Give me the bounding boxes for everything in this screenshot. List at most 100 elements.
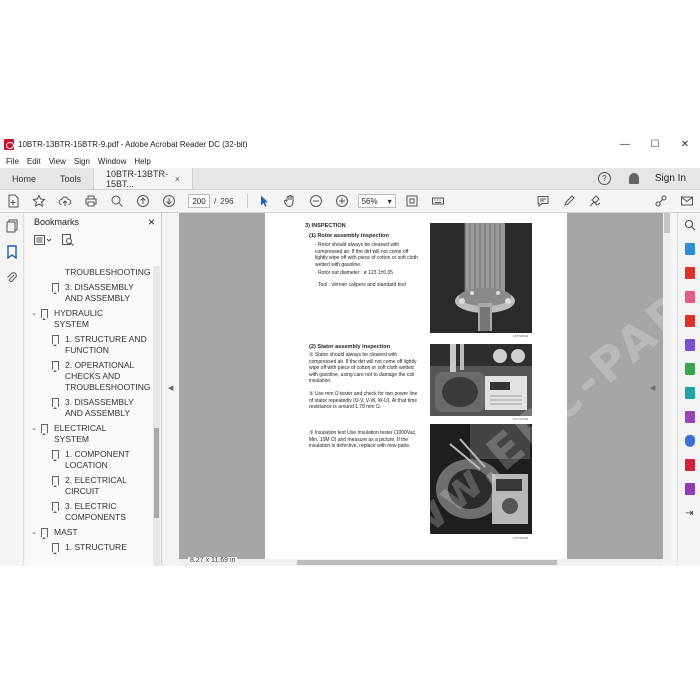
menu-bar: File Edit View Sign Window Help [0, 154, 700, 168]
menu-window[interactable]: Window [94, 157, 130, 166]
document-vertical-scrollbar[interactable] [663, 213, 671, 559]
create-pdf-tool-icon[interactable] [678, 261, 700, 285]
stator-text-1: ① Stator should always be cleaned with c… [309, 352, 417, 384]
fit-page-icon[interactable] [399, 190, 425, 212]
stator-text-3: ③ Insulation test Use Insulation tester … [309, 430, 417, 449]
share-link-icon[interactable] [648, 190, 674, 212]
create-pdf-icon[interactable] [0, 190, 26, 212]
list-item[interactable]: 2. OPERATIONAL CHECKS AND TROUBLESHOOTIN… [25, 360, 153, 393]
zoom-out-icon[interactable] [303, 190, 329, 212]
title-bar: 10BTR-13BTR-15BTR-9.pdf - Adobe Acrobat … [0, 134, 700, 154]
list-item[interactable]: 3. DISASSEMBLY AND ASSEMBLY [25, 397, 153, 419]
list-item[interactable]: 2. ELECTRICAL CIRCUIT [25, 475, 153, 497]
bookmark-icon [52, 543, 59, 554]
combine-files-icon[interactable] [678, 333, 700, 357]
comment-icon[interactable] [530, 190, 556, 212]
list-item[interactable]: ⌄ HYDRAULIC SYSTEM [25, 308, 153, 330]
previous-page-icon[interactable] [130, 190, 156, 212]
expand-right-icon[interactable]: ◀ [650, 384, 655, 392]
acrobat-window: 10BTR-13BTR-15BTR-9.pdf - Adobe Acrobat … [0, 134, 700, 566]
close-window-button[interactable]: ✕ [670, 134, 700, 154]
bookmark-icon [52, 335, 59, 346]
list-item[interactable]: ⌄ ELECTRICAL SYSTEM [25, 423, 153, 445]
zoom-in-icon[interactable] [329, 190, 355, 212]
main-toolbar: 200 / 296 56% ▾ [0, 190, 700, 213]
sign-icon[interactable] [582, 190, 608, 212]
bookmarks-panel-icon[interactable] [0, 239, 24, 265]
bookmark-icon [41, 528, 48, 539]
bookmark-icon [52, 398, 59, 409]
page-separator: / [214, 196, 217, 206]
tab-tools[interactable]: Tools [48, 168, 93, 189]
select-cursor-icon[interactable] [251, 190, 277, 212]
search-icon[interactable] [678, 213, 700, 237]
chevron-down-icon: ▾ [387, 196, 392, 206]
list-item[interactable]: 1. STRUCTURE AND FUNCTION [25, 334, 153, 356]
rotor-text-2: · Rotor out diameter : ø 123.1±0.05 [315, 270, 394, 276]
bookmark-icon [52, 450, 59, 461]
sign-in-button[interactable]: Sign In [655, 173, 686, 184]
zoom-level-value: 56% [361, 196, 378, 206]
menu-help[interactable]: Help [130, 157, 154, 166]
upload-cloud-icon[interactable] [52, 190, 78, 212]
menu-view[interactable]: View [45, 157, 70, 166]
collapse-left-icon[interactable]: ◀ [168, 384, 173, 392]
find-bookmark-icon[interactable] [62, 234, 74, 248]
notification-bell-icon[interactable] [628, 173, 639, 184]
chevron-down-icon[interactable]: ⌄ [29, 527, 39, 538]
list-item[interactable]: 3. DISASSEMBLY AND ASSEMBLY [25, 282, 153, 304]
expand-tools-icon[interactable]: ⇥ [678, 501, 700, 525]
tab-home-label: Home [12, 173, 37, 184]
compress-pdf-icon[interactable] [678, 381, 700, 405]
bookmarks-panel: Bookmarks × CHECKS AND TROUBLESHOOTING 3… [25, 213, 162, 566]
maximize-button[interactable]: ☐ [640, 134, 670, 154]
chevron-down-icon[interactable]: ⌄ [29, 308, 39, 319]
zoom-level-select[interactable]: 56% ▾ [357, 194, 396, 208]
export-pdf-icon[interactable] [678, 237, 700, 261]
tools-pane-rail: ⇥ [677, 213, 700, 566]
list-item[interactable]: ⌄ MAST [25, 527, 153, 539]
more-tools-icon[interactable] [678, 477, 700, 501]
keyboard-icon[interactable] [425, 190, 451, 212]
list-item[interactable]: 1. COMPONENT LOCATION [25, 449, 153, 471]
minimize-button[interactable]: — [610, 134, 640, 154]
list-item[interactable]: 1. STRUCTURE [25, 542, 153, 554]
email-icon[interactable] [674, 190, 700, 212]
left-nav-rail [0, 213, 24, 566]
fill-sign-icon[interactable] [678, 405, 700, 429]
menu-edit[interactable]: Edit [23, 157, 45, 166]
zoom-search-icon[interactable] [104, 190, 130, 212]
photo-caption-3: 1DTNPN03 [513, 536, 529, 540]
document-horizontal-scrollbar[interactable] [179, 559, 663, 566]
acrobat-logo-icon [4, 138, 14, 150]
list-item[interactable]: 3. ELECTRIC COMPONENTS [25, 501, 153, 523]
tab-home[interactable]: Home [0, 168, 48, 189]
help-icon[interactable]: ? [597, 172, 611, 185]
close-panel-icon[interactable]: × [148, 215, 155, 229]
bookmark-options-icon[interactable] [34, 235, 52, 247]
attachments-icon[interactable] [0, 265, 24, 291]
menu-file[interactable]: File [2, 157, 23, 166]
list-item[interactable]: CHECKS AND TROUBLESHOOTING [25, 265, 153, 278]
rotor-text-3: · Tool : Vernier calipers and standard t… [315, 282, 406, 288]
window-title: 10BTR-13BTR-15BTR-9.pdf - Adobe Acrobat … [18, 139, 248, 149]
document-view[interactable]: 3) INSPECTION (1) Rotor assembly inspect… [179, 213, 663, 559]
add-comment-tool-icon[interactable] [678, 309, 700, 333]
highlight-pen-icon[interactable] [556, 190, 582, 212]
bookmarks-scrollbar[interactable] [153, 266, 160, 566]
next-page-icon[interactable] [156, 190, 182, 212]
bookmark-icon [52, 361, 59, 372]
chevron-down-icon[interactable]: ⌄ [29, 423, 39, 434]
protect-icon[interactable] [678, 429, 700, 453]
tab-document[interactable]: 10BTR-13BTR-15BT... × [93, 168, 194, 189]
send-for-signature-icon[interactable] [678, 453, 700, 477]
tab-close-icon[interactable]: × [175, 174, 180, 184]
page-thumbnails-icon[interactable] [0, 213, 24, 239]
organize-pages-icon[interactable] [678, 357, 700, 381]
menu-sign[interactable]: Sign [70, 157, 94, 166]
bookmark-star-icon[interactable] [26, 190, 52, 212]
edit-pdf-icon[interactable] [678, 285, 700, 309]
page-number-input[interactable]: 200 [188, 194, 210, 208]
print-icon[interactable] [78, 190, 104, 212]
hand-tool-icon[interactable] [277, 190, 303, 212]
